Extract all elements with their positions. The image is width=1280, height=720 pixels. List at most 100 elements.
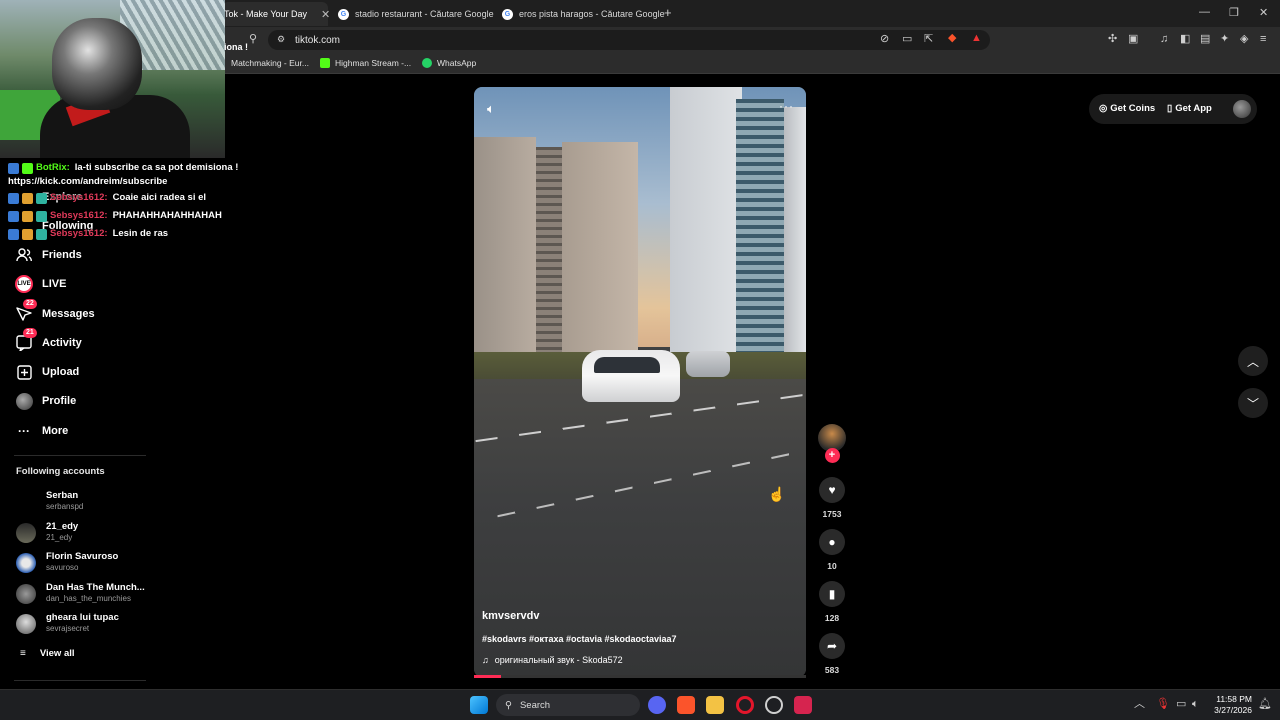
app-icon[interactable] <box>765 696 783 714</box>
nav-live[interactable]: LIVE LIVE <box>14 274 66 294</box>
network-icon[interactable]: ▭ <box>1176 699 1186 710</box>
more-icon: ··· <box>18 424 30 438</box>
chat-user: Sebsys1612: <box>50 192 108 203</box>
video-caption[interactable]: #skodavrs #октаха #octavia #skodaoctavia… <box>482 634 677 644</box>
clock-time: 11:58 PM <box>1216 694 1252 704</box>
stream-chat: BotRix: la-ti subscribe ca sa pot demisi… <box>8 161 268 241</box>
nav-activity[interactable]: 21 Activity <box>14 328 82 353</box>
account-item[interactable]: Serban serbanspd <box>16 488 176 516</box>
streaming-app-icon[interactable] <box>794 696 812 714</box>
brave-shields-icon[interactable]: ◆ <box>948 33 956 44</box>
opera-icon[interactable] <box>736 696 754 714</box>
wallet-icon[interactable]: ▤ <box>1200 34 1210 45</box>
nav-more[interactable]: ··· More <box>14 421 68 441</box>
cast-icon[interactable]: ▭ <box>902 34 912 45</box>
user-avatar[interactable] <box>1233 100 1251 118</box>
tab-eros[interactable]: G eros pista haragos - Căutare Google <box>502 2 665 26</box>
reading-list-icon[interactable]: ▣ <box>1128 34 1138 45</box>
windows-start-icon[interactable] <box>470 696 488 714</box>
chevron-down-icon: ﹀ <box>1246 396 1259 411</box>
video-sound[interactable]: ♫ оригинальный звук - Skoda572 <box>482 655 623 665</box>
volume-icon[interactable]: 🔈︎ <box>487 101 495 117</box>
get-app-button[interactable]: ▯ Get App <box>1167 103 1212 114</box>
bookmark-whatsapp[interactable]: WhatsApp <box>422 58 476 68</box>
notifications-icon[interactable]: 🔔︎ <box>1258 699 1272 710</box>
site-settings-icon[interactable]: ⚙ <box>277 35 285 44</box>
close-tab-icon[interactable]: ✕ <box>321 8 330 21</box>
save-button[interactable]: ▮ 128 <box>818 581 846 623</box>
get-coins-button[interactable]: ◎ Get Coins <box>1099 103 1155 114</box>
chat-text: PHAHAHHAHAHHAHAH <box>112 210 222 221</box>
nav-label: More <box>42 425 69 437</box>
chat-text: la-ti subscribe ca sa pot demisiona ! <box>74 162 239 173</box>
bookmark-matchmaking[interactable]: Matchmaking - Eur... <box>231 58 309 68</box>
like-button[interactable]: ♥ 1753 <box>818 477 846 519</box>
tab-tiktok[interactable]: Tok - Make Your Day ✕ <box>222 2 330 26</box>
nav-profile[interactable]: Profile <box>14 391 76 411</box>
account-handle: sevrajsecret <box>46 624 90 633</box>
heart-icon: ♥ <box>819 477 845 503</box>
nav-friends[interactable]: Friends <box>14 245 82 265</box>
tab-stadio[interactable]: G stadio restaurant - Căutare Google <box>338 2 494 26</box>
url-field[interactable]: ⚙ tiktok.com ⊘ ▭ ⇱ ◆ ▲ <box>268 30 990 50</box>
file-explorer-icon[interactable] <box>706 696 724 714</box>
view-all-button[interactable]: ≡ View all <box>20 648 75 659</box>
media-icon[interactable]: ♫ <box>1160 34 1168 45</box>
volume-icon[interactable]: 🔈︎ <box>1192 699 1199 710</box>
account-handle: serbanspd <box>46 502 84 511</box>
clock[interactable]: 11:58 PM 3/27/2026 <box>1210 694 1252 716</box>
chat-message: Sebsys1612: PHAHAHHAHAHHAHAH <box>8 209 268 223</box>
bookmark-highman[interactable]: Highman Stream -... <box>320 58 411 68</box>
restore-button[interactable]: ❐ <box>1229 6 1239 19</box>
avatar <box>16 523 36 543</box>
tracking-icon[interactable]: ⊘ <box>880 34 889 45</box>
gift-badge-icon <box>36 228 47 240</box>
account-item[interactable]: Dan Has The Munch... dan_has_the_munchie… <box>16 580 176 608</box>
account-item[interactable]: gheara lui tupac sevrajsecret <box>16 610 176 638</box>
follow-plus-icon[interactable]: + <box>824 448 840 463</box>
brave-icon[interactable] <box>677 696 695 714</box>
video-progress-bar[interactable] <box>474 675 806 678</box>
vpn-icon[interactable]: ◈ <box>1240 34 1248 45</box>
brave-rewards-icon[interactable]: ▲ <box>971 33 982 44</box>
video-progress-fill <box>474 675 501 678</box>
video-author[interactable]: kmvservdv <box>482 610 540 622</box>
comment-button[interactable]: ● 10 <box>818 529 846 571</box>
video-car-window <box>594 357 660 373</box>
bookmark-icon[interactable]: ⚲ <box>249 34 257 45</box>
share-button[interactable]: ➦ 583 <box>818 633 846 675</box>
share-icon[interactable]: ⇱ <box>924 34 933 45</box>
more-options-icon[interactable]: ··· <box>779 99 794 113</box>
close-window-button[interactable]: ✕ <box>1259 6 1268 19</box>
previous-video-button[interactable]: ︿ <box>1238 346 1268 376</box>
avatar <box>16 553 36 573</box>
sidebar-toggle-icon[interactable]: ◧ <box>1180 34 1190 45</box>
music-note-icon: ♫ <box>482 655 489 665</box>
account-item[interactable]: 21_edy 21_edy <box>16 519 176 547</box>
sidebar-divider <box>14 680 146 681</box>
menu-icon[interactable]: ≡ <box>1260 34 1266 45</box>
account-item[interactable]: Florin Savuroso savuroso <box>16 549 176 577</box>
share-count: 583 <box>824 665 840 675</box>
account-name: Florin Savuroso <box>46 551 119 562</box>
tray-chevron-icon[interactable]: ︿ <box>1134 699 1145 710</box>
nav-label: Friends <box>42 249 82 261</box>
nav-messages[interactable]: 22 Messages <box>14 299 95 324</box>
leo-ai-icon[interactable]: ✦ <box>1220 34 1229 45</box>
nav-label: LIVE <box>42 278 67 290</box>
live-icon: LIVE <box>14 275 34 293</box>
view-all-label: View all <box>39 648 75 659</box>
microphone-icon[interactable]: 🎙︎ <box>1156 699 1170 710</box>
nav-upload[interactable]: Upload <box>14 362 79 382</box>
hand-cursor-icon: ☝ <box>768 486 786 502</box>
extensions-icon[interactable]: ✣ <box>1108 34 1117 45</box>
taskbar-search[interactable]: ⚲ Search <box>496 694 640 716</box>
author-avatar-button[interactable]: + <box>818 424 846 463</box>
discord-icon[interactable] <box>648 696 666 714</box>
next-video-button[interactable]: ﹀ <box>1238 388 1268 418</box>
minimize-button[interactable]: — <box>1199 6 1210 18</box>
video-player[interactable]: 🔈︎ ··· kmvservdv #skodavrs #октаха #octa… <box>474 87 806 677</box>
tab-label: Tok - Make Your Day <box>224 9 308 19</box>
new-tab-button[interactable]: + <box>664 5 672 20</box>
activity-count-badge: 21 <box>23 328 37 338</box>
